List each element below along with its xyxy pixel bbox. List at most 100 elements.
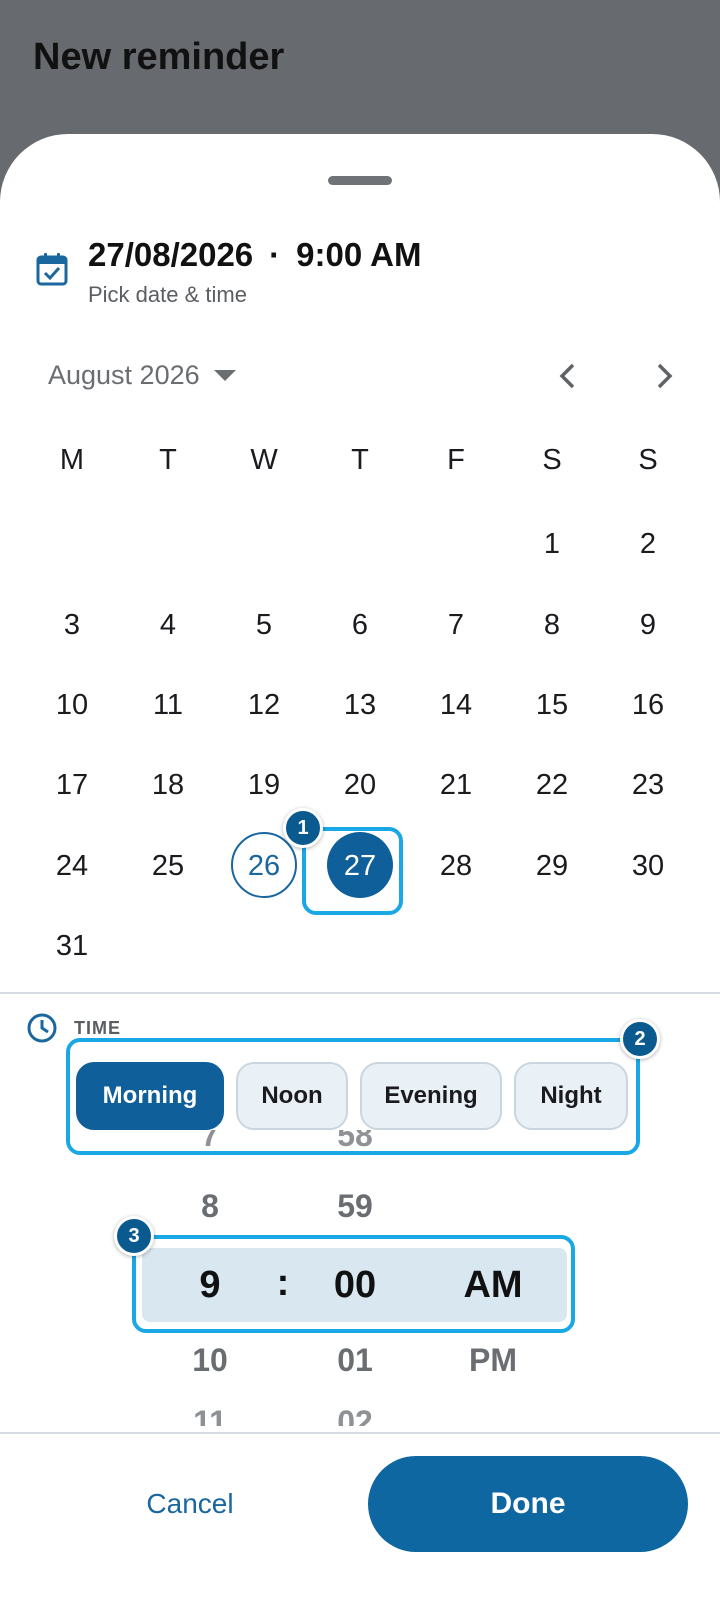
day-number: 26: [247, 850, 281, 882]
previous-month-button[interactable]: [548, 356, 588, 396]
day-cell[interactable]: 24: [24, 832, 120, 900]
day-number: 17: [55, 769, 89, 801]
day-number: 15: [535, 689, 569, 721]
day-cell[interactable]: 16: [600, 671, 696, 739]
calendar-week-row: 17 18 19 20 21 22 23: [24, 751, 696, 819]
weekday-header-row: MTWTFSS: [24, 444, 696, 477]
weekday-label: T: [159, 444, 177, 476]
day-number: 27: [343, 850, 377, 882]
weekday-label: S: [638, 444, 658, 476]
callout-time-wheel: [132, 1235, 575, 1333]
day-number: 19: [247, 769, 281, 801]
day-cell[interactable]: 3: [24, 591, 120, 659]
day-cell[interactable]: 12: [216, 671, 312, 739]
day-cell[interactable]: 7: [408, 591, 504, 659]
empty-day-cell: [120, 510, 216, 578]
weekday-label: T: [351, 444, 369, 476]
hour-option[interactable]: 10: [170, 1342, 250, 1379]
empty-day-cell: [600, 912, 696, 980]
chevron-left-icon: [559, 363, 575, 389]
month-year-label: August 2026: [48, 360, 200, 390]
day-cell[interactable]: 31: [24, 912, 120, 980]
caret-down-icon: [213, 370, 236, 381]
day-number: 30: [631, 850, 665, 882]
day-number: 13: [343, 689, 377, 721]
weekday-label: F: [447, 444, 465, 476]
done-button[interactable]: Done: [368, 1456, 688, 1552]
day-number: 1: [543, 528, 561, 560]
day-cell[interactable]: 2: [600, 510, 696, 578]
ampm-option[interactable]: PM: [448, 1342, 538, 1379]
annotation-badge-1: 1: [283, 808, 323, 848]
calendar-week-row: 31: [24, 912, 696, 980]
day-cell[interactable]: 17: [24, 751, 120, 819]
hour-option[interactable]: 11: [170, 1404, 250, 1426]
day-cell[interactable]: 30: [600, 832, 696, 900]
day-number: 16: [631, 689, 665, 721]
empty-day-cell: [312, 510, 408, 578]
day-cell[interactable]: 25: [120, 832, 216, 900]
day-number: 12: [247, 689, 281, 721]
section-divider: [0, 992, 720, 994]
day-cell[interactable]: 6: [312, 591, 408, 659]
empty-day-cell: [504, 912, 600, 980]
day-number: 23: [631, 769, 665, 801]
header-subtitle: Pick date & time: [88, 282, 247, 307]
day-number: 24: [55, 850, 89, 882]
day-number: 31: [55, 930, 89, 962]
day-cell[interactable]: 23: [600, 751, 696, 819]
day-cell[interactable]: 8: [504, 591, 600, 659]
day-number: 21: [439, 769, 473, 801]
day-number: 4: [159, 609, 177, 641]
day-cell[interactable]: 4: [120, 591, 216, 659]
day-cell[interactable]: 11: [120, 671, 216, 739]
minute-option[interactable]: 59: [310, 1188, 400, 1225]
day-cell[interactable]: 15: [504, 671, 600, 739]
day-cell[interactable]: 10: [24, 671, 120, 739]
day-cell[interactable]: 29: [504, 832, 600, 900]
day-number: 7: [447, 609, 465, 641]
day-cell[interactable]: 9: [600, 591, 696, 659]
empty-day-cell: [408, 510, 504, 578]
weekday-label: S: [542, 444, 562, 476]
clock-icon: [27, 1013, 57, 1043]
hour-option[interactable]: 8: [170, 1188, 250, 1225]
day-number: 6: [351, 609, 369, 641]
next-month-button[interactable]: [644, 356, 684, 396]
callout-time-presets: [66, 1038, 640, 1155]
selected-datetime-summary: 27/08/2026 · 9:00 AM: [88, 236, 422, 273]
annotation-badge-2: 2: [620, 1019, 660, 1059]
weekday-label: W: [250, 444, 278, 476]
day-cell[interactable]: 28: [408, 832, 504, 900]
background-title: New reminder: [33, 36, 285, 78]
annotation-badge-3: 3: [114, 1216, 154, 1256]
weekday-label: M: [59, 444, 85, 476]
day-cell[interactable]: 21: [408, 751, 504, 819]
day-number: 18: [151, 769, 185, 801]
day-number: 14: [439, 689, 473, 721]
day-cell[interactable]: 14: [408, 671, 504, 739]
day-number: 28: [439, 850, 473, 882]
day-cell[interactable]: 5: [216, 591, 312, 659]
minute-option[interactable]: 02: [310, 1404, 400, 1426]
day-cell[interactable]: 22: [504, 751, 600, 819]
empty-day-cell: [312, 912, 408, 980]
day-cell[interactable]: 1: [504, 510, 600, 578]
day-number: 29: [535, 850, 569, 882]
day-number: 10: [55, 689, 89, 721]
drag-handle[interactable]: [328, 176, 392, 185]
empty-day-cell: [408, 912, 504, 980]
month-year-dropdown[interactable]: August 2026: [48, 360, 236, 391]
day-cell[interactable]: 18: [120, 751, 216, 819]
minute-option[interactable]: 01: [310, 1342, 400, 1379]
day-number: 22: [535, 769, 569, 801]
empty-day-cell: [216, 510, 312, 578]
date-time-bottom-sheet: 27/08/2026 · 9:00 AM Pick date & time Augu…: [0, 134, 720, 1600]
calendar-check-icon: [36, 253, 68, 286]
day-number: 20: [343, 769, 377, 801]
day-number: 9: [639, 609, 657, 641]
day-number: 8: [543, 609, 561, 641]
day-cell[interactable]: 20: [312, 751, 408, 819]
day-cell[interactable]: 13: [312, 671, 408, 739]
cancel-button[interactable]: Cancel: [120, 1478, 260, 1530]
